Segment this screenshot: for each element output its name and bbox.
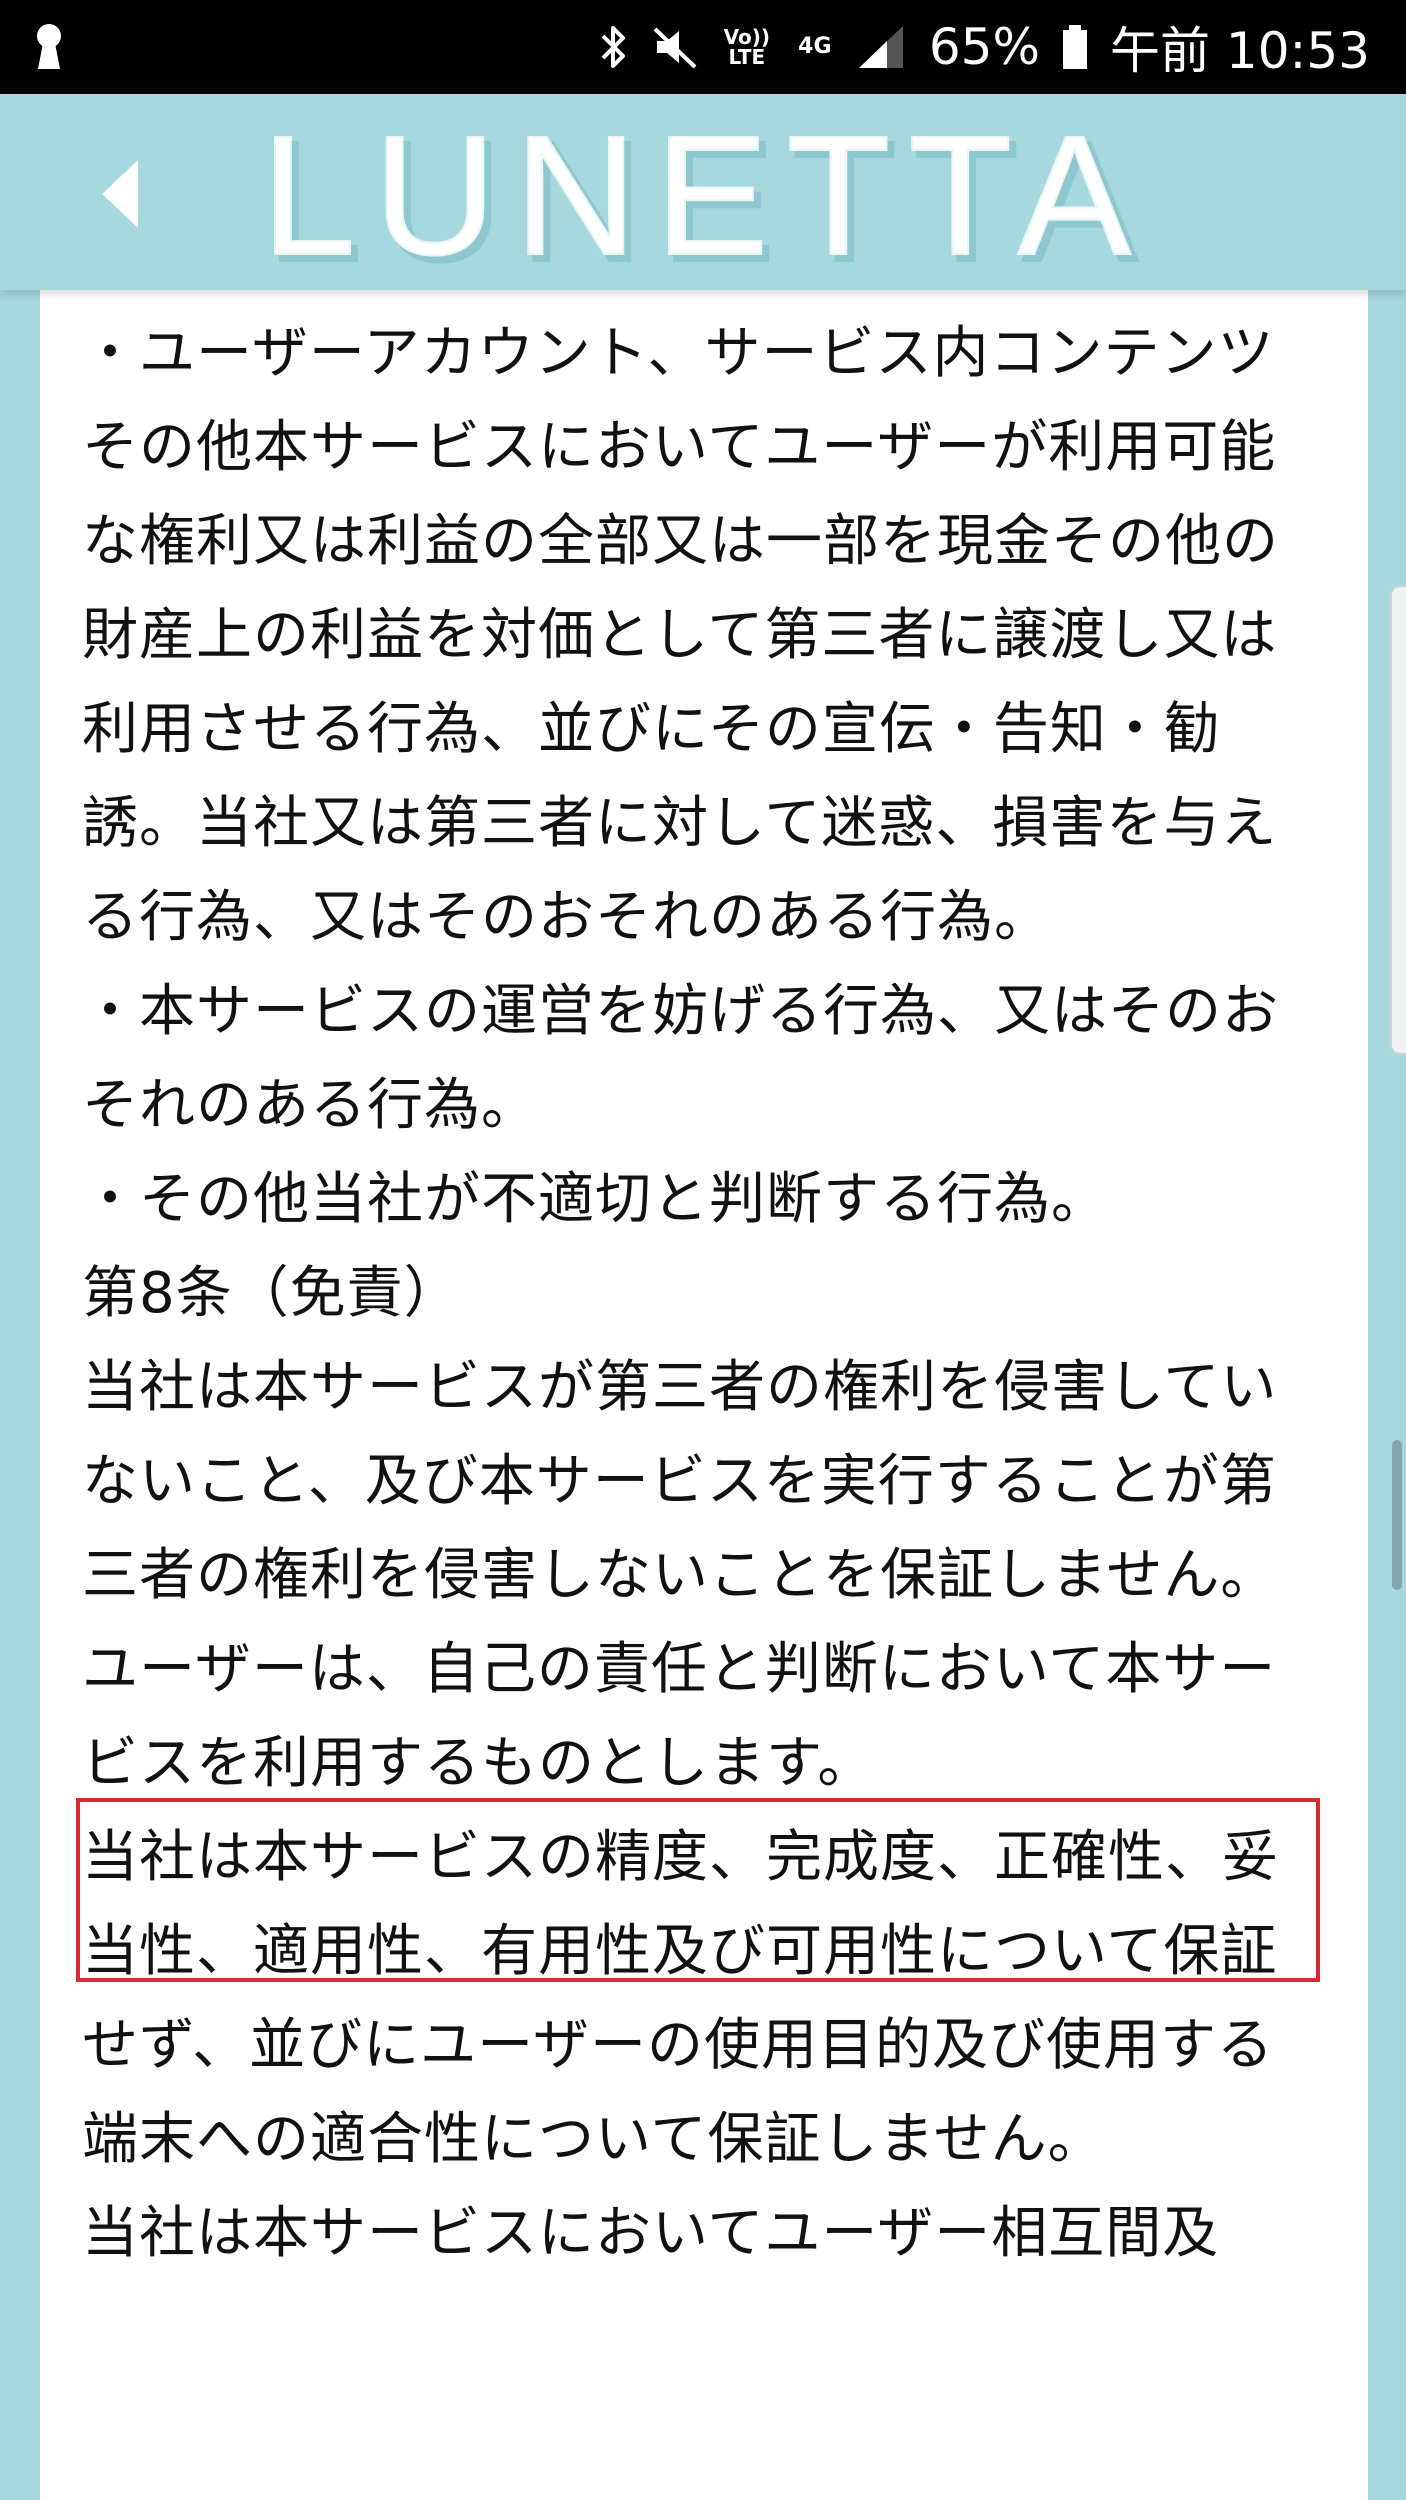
- paragraph-user-responsibility: ユーザーは、自己の責任と判断において本サービスを利用するものとします。: [82, 1637, 1277, 1796]
- paragraph-prohibited-transfer: ・ユーザーアカウント、サービス内コンテンツその他本サービスにおいてユーザーが利用…: [82, 321, 1279, 950]
- battery-icon: [1062, 24, 1088, 70]
- terms-text: ・ユーザーアカウント、サービス内コンテンツその他本サービスにおいてユーザーが利用…: [82, 307, 1322, 2281]
- network-type-indicator: 4G: [798, 34, 832, 59]
- battery-percent: 65%: [928, 18, 1040, 76]
- signal-strength-icon: [857, 24, 907, 70]
- back-button[interactable]: [94, 158, 144, 230]
- app-header: LUNETTA LUNETTA: [0, 94, 1406, 290]
- terms-content-card[interactable]: ・ユーザーアカウント、サービス内コンテンツその他本サービスにおいてユーザーが利用…: [40, 290, 1368, 2500]
- paragraph-user-disputes: 当社は本サービスにおいてユーザー相互間及: [82, 2201, 1220, 2266]
- edge-panel-handle[interactable]: [1390, 585, 1406, 1055]
- chevron-left-icon: [102, 160, 138, 228]
- logo-text: LUNETTA: [261, 106, 1149, 276]
- status-right: Vo)) LTE 4G 65% 午前 10:53: [599, 11, 1370, 83]
- mute-icon: [651, 23, 699, 71]
- bluetooth-icon: [599, 22, 629, 72]
- paragraph-other-inappropriate: ・その他当社が不適切と判断する行為。: [82, 1167, 1108, 1232]
- scrollbar-thumb[interactable]: [1392, 1440, 1402, 1590]
- clock: 午前 10:53: [1110, 22, 1370, 80]
- screen: Vo)) LTE 4G 65% 午前 10:53 LUNETTA LUNETTA…: [0, 0, 1406, 2500]
- article-8-heading: 第8条（免責）: [82, 1261, 461, 1326]
- keyhole-notification-icon: [32, 23, 66, 71]
- paragraph-service-obstruction: ・本サービスの運営を妨げる行為、又はそのおそれのある行為。: [82, 979, 1279, 1138]
- volte-indicator: Vo)) LTE: [723, 25, 771, 69]
- paragraph-no-infringement-guarantee: 当社は本サービスが第三者の権利を侵害していないこと、及び本サービスを実行すること…: [82, 1355, 1278, 1608]
- status-bar: Vo)) LTE 4G 65% 午前 10:53: [0, 0, 1406, 94]
- status-left: [32, 23, 66, 71]
- app-logo: LUNETTA LUNETTA: [260, 106, 1149, 276]
- paragraph-no-accuracy-guarantee: 当社は本サービスの精度、完成度、正確性、妥当性、適用性、有用性及び可用性について…: [82, 1825, 1279, 2172]
